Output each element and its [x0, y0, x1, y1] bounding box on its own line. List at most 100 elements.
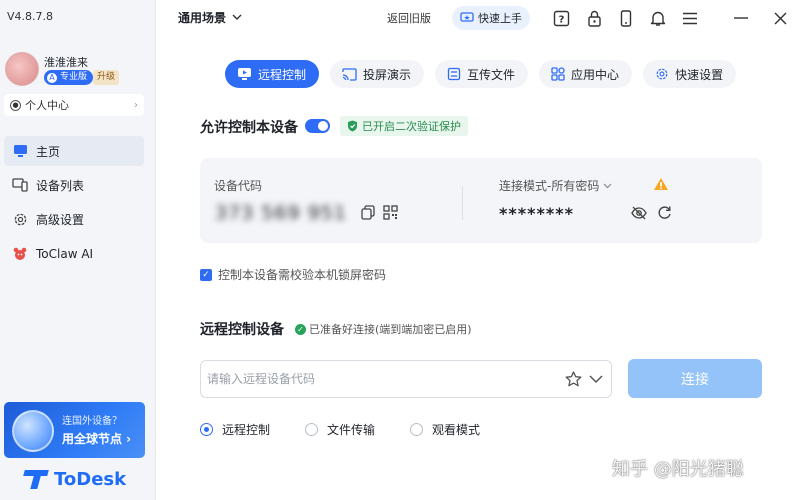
globe-icon [12, 410, 54, 452]
shield-icon [348, 120, 357, 132]
radio-selected-icon[interactable] [200, 423, 213, 436]
username: 淮淮淮来 [44, 56, 88, 69]
menu-icon[interactable] [680, 8, 700, 28]
gear-icon [12, 211, 28, 227]
watermark: 知乎 @阳光猪聪 [612, 459, 744, 480]
apps-icon [551, 67, 565, 81]
claw-icon [12, 246, 28, 262]
device-code-label: 设备代码 [214, 179, 263, 193]
copy-icon[interactable] [361, 205, 375, 223]
todesk-logo-icon [24, 468, 48, 490]
refresh-icon[interactable] [657, 205, 672, 223]
feature-tabs: 远程控制 投屏演示 互传文件 应用中心 快速设置 [225, 60, 737, 88]
quick-start-icon [460, 11, 474, 22]
remote-control-title: 远程控制设备 [200, 322, 284, 338]
brand-name: ToDesk [54, 468, 127, 490]
promo-line2: 用全球节点 › [62, 432, 132, 446]
file-transfer-icon [447, 67, 461, 81]
mode-radio-label: 文件传输 [327, 423, 376, 437]
lock-screen-checkbox-label: 控制本设备需校验本机锁屏密码 [218, 268, 387, 282]
sidebar: V4.8.7.8 淮淮淮来 A 专业版 升级 ● 个人中心 › 主页 设备列表 … [0, 0, 156, 500]
quick-start-label: 快速上手 [478, 12, 522, 25]
scene-selector[interactable]: 通用场景 [178, 9, 242, 26]
close-icon[interactable] [770, 8, 790, 28]
hide-password-icon[interactable] [631, 206, 647, 223]
tab-label: 远程控制 [258, 67, 307, 82]
devices-icon [12, 177, 28, 193]
tab-label: 应用中心 [571, 67, 620, 82]
top-bar: 通用场景 返回旧版 快速上手 ? [156, 0, 797, 36]
mode-radio-label: 远程控制 [222, 423, 271, 437]
sidebar-item-home[interactable]: 主页 [4, 136, 144, 166]
qr-code-icon[interactable] [383, 205, 398, 223]
allow-control-title: 允许控制本设备 [200, 120, 298, 136]
connection-mode-label: 连接模式-所有密码 [499, 179, 600, 193]
lock-icon[interactable] [584, 8, 604, 28]
minimize-icon[interactable] [731, 8, 751, 28]
sidebar-item-toclaw-ai[interactable]: ToClaw AI [4, 239, 144, 269]
tab-quick-settings[interactable]: 快速设置 [643, 60, 737, 88]
upgrade-button[interactable]: 升级 [93, 70, 120, 85]
chevron-right-icon: › [134, 99, 138, 111]
mode-radio-view-mode[interactable]: 观看模式 [410, 421, 480, 438]
chevron-down-icon [232, 14, 242, 20]
connection-ready-label: 已准备好连接(端到端加密已启用) [309, 323, 472, 336]
user-icon: ● [10, 99, 21, 111]
tab-label: 互传文件 [467, 67, 516, 82]
gear-icon [656, 68, 668, 80]
remote-device-code-field[interactable] [200, 360, 612, 398]
radio-unselected-icon[interactable] [305, 423, 318, 436]
avatar[interactable] [5, 52, 39, 86]
allow-control-toggle[interactable] [305, 119, 330, 133]
scene-label: 通用场景 [178, 11, 227, 25]
personal-center-label: 个人中心 [25, 99, 69, 112]
card-divider [462, 186, 463, 220]
connection-mode-selector[interactable]: 连接模式-所有密码 [499, 177, 612, 194]
device-info-card: 设备代码 373 569 951 连接模式-所有密码 ******** [200, 158, 762, 243]
tab-app-center[interactable]: 应用中心 [539, 60, 633, 88]
two-factor-label: 已开启二次验证保护 [362, 120, 461, 133]
chevron-down-icon [603, 183, 612, 188]
sidebar-item-label: 设备列表 [36, 178, 85, 193]
mode-radio-file-transfer[interactable]: 文件传输 [305, 421, 375, 438]
radio-unselected-icon[interactable] [410, 423, 423, 436]
sidebar-item-advanced-settings[interactable]: 高级设置 [4, 204, 144, 234]
device-code-value: 373 569 951 [215, 202, 347, 224]
svg-text:?: ? [558, 14, 564, 25]
warning-icon[interactable] [653, 177, 669, 194]
global-node-promo[interactable]: 连国外设备？ 用全球节点 › [4, 402, 145, 458]
phone-icon[interactable] [616, 8, 636, 28]
star-icon[interactable] [565, 371, 582, 390]
tab-remote-control[interactable]: 远程控制 [225, 60, 320, 88]
cast-icon [342, 67, 357, 81]
quick-start-button[interactable]: 快速上手 [452, 6, 530, 30]
sidebar-item-label: 高级设置 [36, 212, 85, 227]
mode-radio-remote-control[interactable]: 远程控制 [200, 421, 270, 438]
lock-screen-checkbox-row[interactable]: ✓ 控制本设备需校验本机锁屏密码 [200, 266, 386, 283]
tab-label: 快速设置 [675, 67, 724, 82]
connect-button[interactable]: 连接 [628, 359, 762, 398]
remote-device-code-input[interactable] [207, 369, 547, 389]
edition-badge: A 专业版 [44, 70, 94, 85]
sidebar-item-devices[interactable]: 设备列表 [4, 170, 144, 200]
tab-file-transfer[interactable]: 互传文件 [435, 60, 529, 88]
todesk-logo: ToDesk [24, 468, 126, 490]
password-value: ******** [499, 204, 574, 223]
monitor-icon [12, 143, 28, 159]
app-version: V4.8.7.8 [7, 10, 54, 23]
chevron-down-icon[interactable] [589, 373, 603, 387]
edition-label: 专业版 [60, 72, 88, 82]
tab-screen-cast[interactable]: 投屏演示 [330, 60, 425, 88]
help-icon[interactable]: ? [551, 8, 571, 28]
bell-icon[interactable] [648, 8, 668, 28]
mode-radio-label: 观看模式 [432, 423, 481, 437]
checkbox-checked-icon[interactable]: ✓ [200, 268, 212, 281]
personal-center-link[interactable]: ● 个人中心 › [4, 94, 144, 116]
back-old-version-link[interactable]: 返回旧版 [387, 10, 431, 26]
connection-ready-status: ✓ 已准备好连接(端到端加密已启用) [295, 321, 472, 337]
monitor-icon [238, 68, 251, 80]
sidebar-item-label: ToClaw AI [36, 247, 94, 261]
tab-label: 投屏演示 [363, 67, 412, 82]
check-circle-icon: ✓ [295, 323, 306, 335]
sidebar-item-label: 主页 [36, 144, 61, 159]
